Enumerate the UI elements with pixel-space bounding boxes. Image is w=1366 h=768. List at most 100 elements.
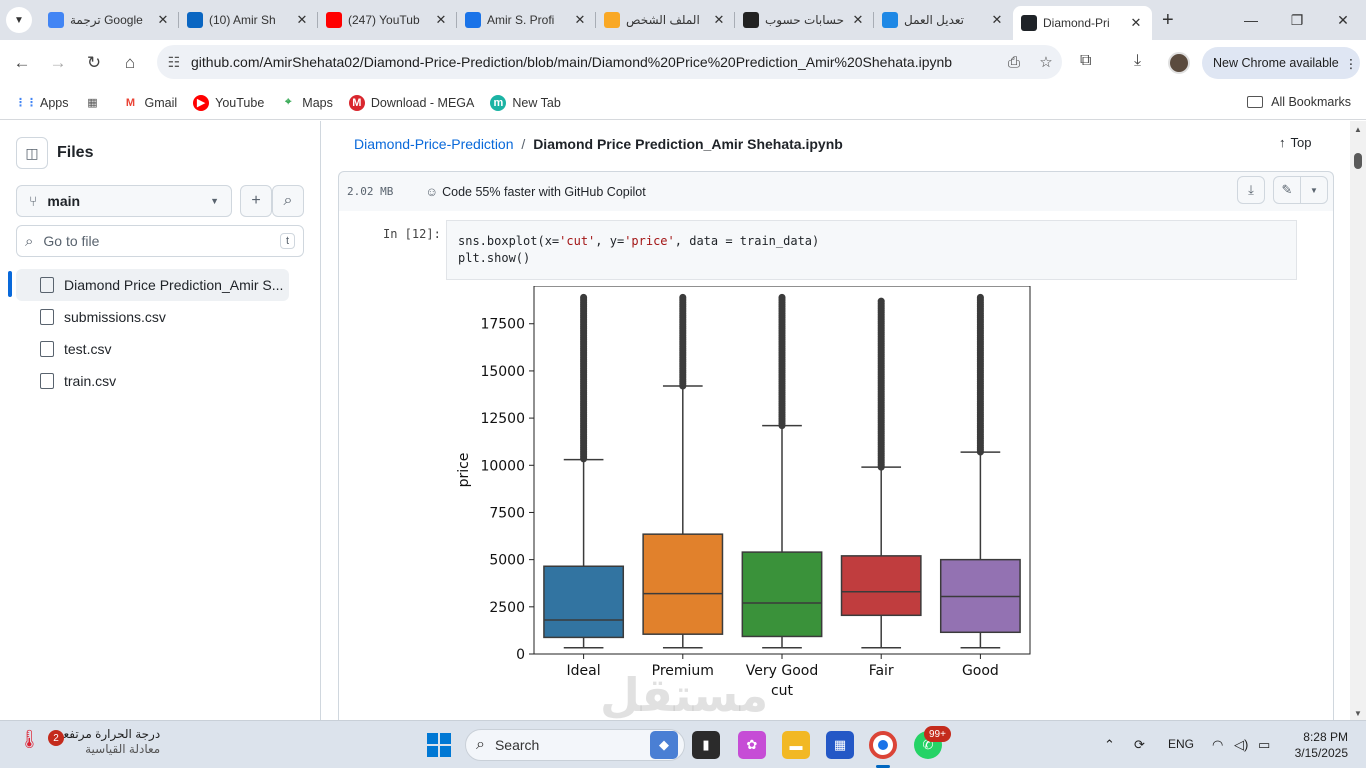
edit-options-button[interactable]: ▼ <box>1300 176 1328 204</box>
minimize-icon[interactable]: — <box>1228 0 1274 40</box>
store-app-icon[interactable]: ▦ <box>826 731 854 759</box>
scroll-up-icon[interactable]: ▲ <box>1354 125 1362 134</box>
scrollbar-thumb[interactable] <box>1354 153 1362 169</box>
search-icon: ⌕ <box>476 736 485 753</box>
y-tick-label: 15000 <box>480 364 525 380</box>
file-tree-item-label: train.csv <box>64 373 117 389</box>
y-tick-label: 12500 <box>480 411 525 427</box>
go-to-file-input[interactable]: ⌕ Go to file t <box>16 225 304 257</box>
close-tab-icon[interactable]: ✕ <box>433 12 449 28</box>
bookmark-gmail[interactable]: M Gmail <box>123 95 177 111</box>
profile-avatar[interactable] <box>1168 52 1190 74</box>
browser-tab[interactable]: حسابات حسوب ✕ <box>735 0 874 40</box>
volume-icon[interactable]: ◁) <box>1234 737 1248 753</box>
file-explorer-icon[interactable]: ▬ <box>782 731 810 759</box>
folder-icon <box>1247 96 1264 108</box>
bookmark-tab-groups[interactable]: ▦ <box>85 95 107 111</box>
back-arrow-icon[interactable]: ← <box>4 53 40 73</box>
branch-selector[interactable]: ⑂ main ▼ <box>16 185 232 217</box>
y-axis-label: price <box>456 453 472 488</box>
browser-tab[interactable]: تعديل العمل ✕ <box>874 0 1013 40</box>
close-window-icon[interactable]: ✕ <box>1320 0 1366 40</box>
sync-icon[interactable]: ⟳ <box>1134 737 1145 753</box>
thermometer-icon: 🌡 <box>18 729 41 749</box>
code-cell[interactable]: sns.boxplot(x='cut', y='price', data = t… <box>446 220 1297 280</box>
show-hidden-icons-chevron-icon[interactable]: ⌃ <box>1104 737 1115 753</box>
bookmark-new-tab[interactable]: m New Tab <box>490 94 561 111</box>
chrome-app-icon[interactable] <box>869 731 897 759</box>
install-app-icon[interactable]: ⎙ <box>998 54 1030 71</box>
boxplot-chart: 025005000750010000125001500017500Ideal Pr… <box>456 286 1031 699</box>
file-tree-item[interactable]: test.csv <box>16 333 289 365</box>
maps-icon: ⌖ <box>285 96 292 108</box>
new-tab-plus-icon[interactable]: + <box>1162 9 1174 32</box>
terminal-app-icon[interactable]: ▮ <box>692 731 720 759</box>
home-icon[interactable]: ⌂ <box>112 53 148 73</box>
windows-start-icon[interactable] <box>427 733 451 757</box>
downloads-icon[interactable]: ⤓ <box>1134 52 1141 70</box>
omnibox[interactable]: ☷ github.com/AmirShehata02/Diamond-Price… <box>157 45 1062 79</box>
code-token: sns.boxplot(x= <box>458 234 560 248</box>
browser-tab[interactable]: (10) Amir Sh ✕ <box>179 0 318 40</box>
scroll-down-icon[interactable]: ▼ <box>1354 709 1362 718</box>
collapse-sidebar-icon[interactable]: ◫ <box>16 137 48 169</box>
mostaql-watermark-logo: مستقل <box>600 668 769 722</box>
forward-arrow-icon[interactable]: → <box>40 53 76 73</box>
close-tab-icon[interactable]: ✕ <box>572 12 588 28</box>
battery-icon[interactable]: ▭ <box>1258 737 1270 753</box>
bookmark-star-icon[interactable]: ☆ <box>1030 53 1062 71</box>
x-axis-label: cut <box>771 683 794 699</box>
top-button[interactable]: ↑ Top <box>1279 135 1311 150</box>
search-files-button[interactable]: ⌕ <box>272 185 304 217</box>
close-tab-icon[interactable]: ✕ <box>711 12 727 28</box>
copilot-app-icon[interactable]: ◆ <box>650 731 678 759</box>
plus-icon: + <box>251 192 261 209</box>
download-raw-button[interactable]: ⤓ <box>1237 176 1265 204</box>
taskbar-clock[interactable]: 8:28 PM 3/15/2025 <box>1290 729 1348 761</box>
apps-grid-icon: ⋮⋮ <box>15 97 37 109</box>
file-tree-item[interactable]: train.csv <box>16 365 289 397</box>
restore-icon[interactable]: ❐ <box>1274 0 1320 40</box>
new-chrome-available-button[interactable]: New Chrome available ⋮ <box>1202 47 1360 79</box>
search-icon: ⌕ <box>283 192 293 209</box>
browser-tab[interactable]: ترجمة Google ✕ <box>40 0 179 40</box>
site-info-icon[interactable]: ☷ <box>157 54 191 71</box>
browser-tab[interactable]: (247) YouTub ✕ <box>318 0 457 40</box>
close-tab-icon[interactable]: ✕ <box>850 12 866 28</box>
bookmark-mega[interactable]: M Download - MEGA <box>348 94 474 111</box>
language-indicator[interactable]: ENG <box>1168 737 1194 751</box>
close-tab-icon[interactable]: ✕ <box>294 12 310 28</box>
reload-icon[interactable]: ↻ <box>76 53 112 73</box>
pencil-icon: ✎ <box>1281 182 1293 197</box>
weather-widget[interactable]: 🌡 2 درجة الحرارة مرتفعـ... معادلة القياس… <box>18 727 160 757</box>
close-tab-icon[interactable]: ✕ <box>989 12 1005 28</box>
bookmark-label: Maps <box>302 95 333 110</box>
file-tree-item[interactable]: submissions.csv <box>16 301 289 333</box>
add-file-button[interactable]: + <box>240 185 272 217</box>
file-tree-item[interactable]: Diamond Price Prediction_Amir S... <box>16 269 289 301</box>
bookmark-youtube[interactable]: ▶ YouTube <box>193 94 264 111</box>
close-tab-icon[interactable]: ✕ <box>155 12 171 28</box>
bookmark-apps-grid[interactable]: ⋮⋮ Apps <box>15 95 69 111</box>
repo-link[interactable]: Diamond-Price-Prediction <box>354 136 514 152</box>
wifi-icon[interactable]: ◠ <box>1212 737 1223 753</box>
browser-tab[interactable]: الملف الشخص ✕ <box>596 0 735 40</box>
photos-app-icon[interactable]: ✿ <box>738 731 766 759</box>
tab-search-chevron-icon[interactable]: ▼ <box>6 7 32 33</box>
arrow-up-icon: ↑ <box>1279 135 1286 150</box>
bookmark-maps[interactable]: ⌖ Maps <box>280 95 333 111</box>
all-bookmarks-button[interactable]: All Bookmarks <box>1247 95 1351 109</box>
copilot-link[interactable]: ☺ Code 55% faster with GitHub Copilot <box>425 185 645 199</box>
edit-file-button[interactable]: ✎ <box>1273 176 1301 204</box>
browser-tab[interactable]: Amir S. Profi ✕ <box>457 0 596 40</box>
selected-indicator <box>8 271 12 297</box>
tab-groups-icon: ▦ <box>87 97 98 109</box>
extensions-puzzle-icon[interactable]: ⧉ <box>1080 52 1091 70</box>
file-icon <box>40 277 54 293</box>
page-scrollbar[interactable]: ▲ ▼ <box>1350 121 1366 720</box>
file-icon <box>40 373 54 389</box>
browser-tab[interactable]: Diamond-Pri ✕ <box>1013 6 1152 40</box>
upwork-icon <box>465 12 481 28</box>
close-tab-icon[interactable]: ✕ <box>1128 15 1144 31</box>
y-tick-label: 5000 <box>489 553 525 569</box>
